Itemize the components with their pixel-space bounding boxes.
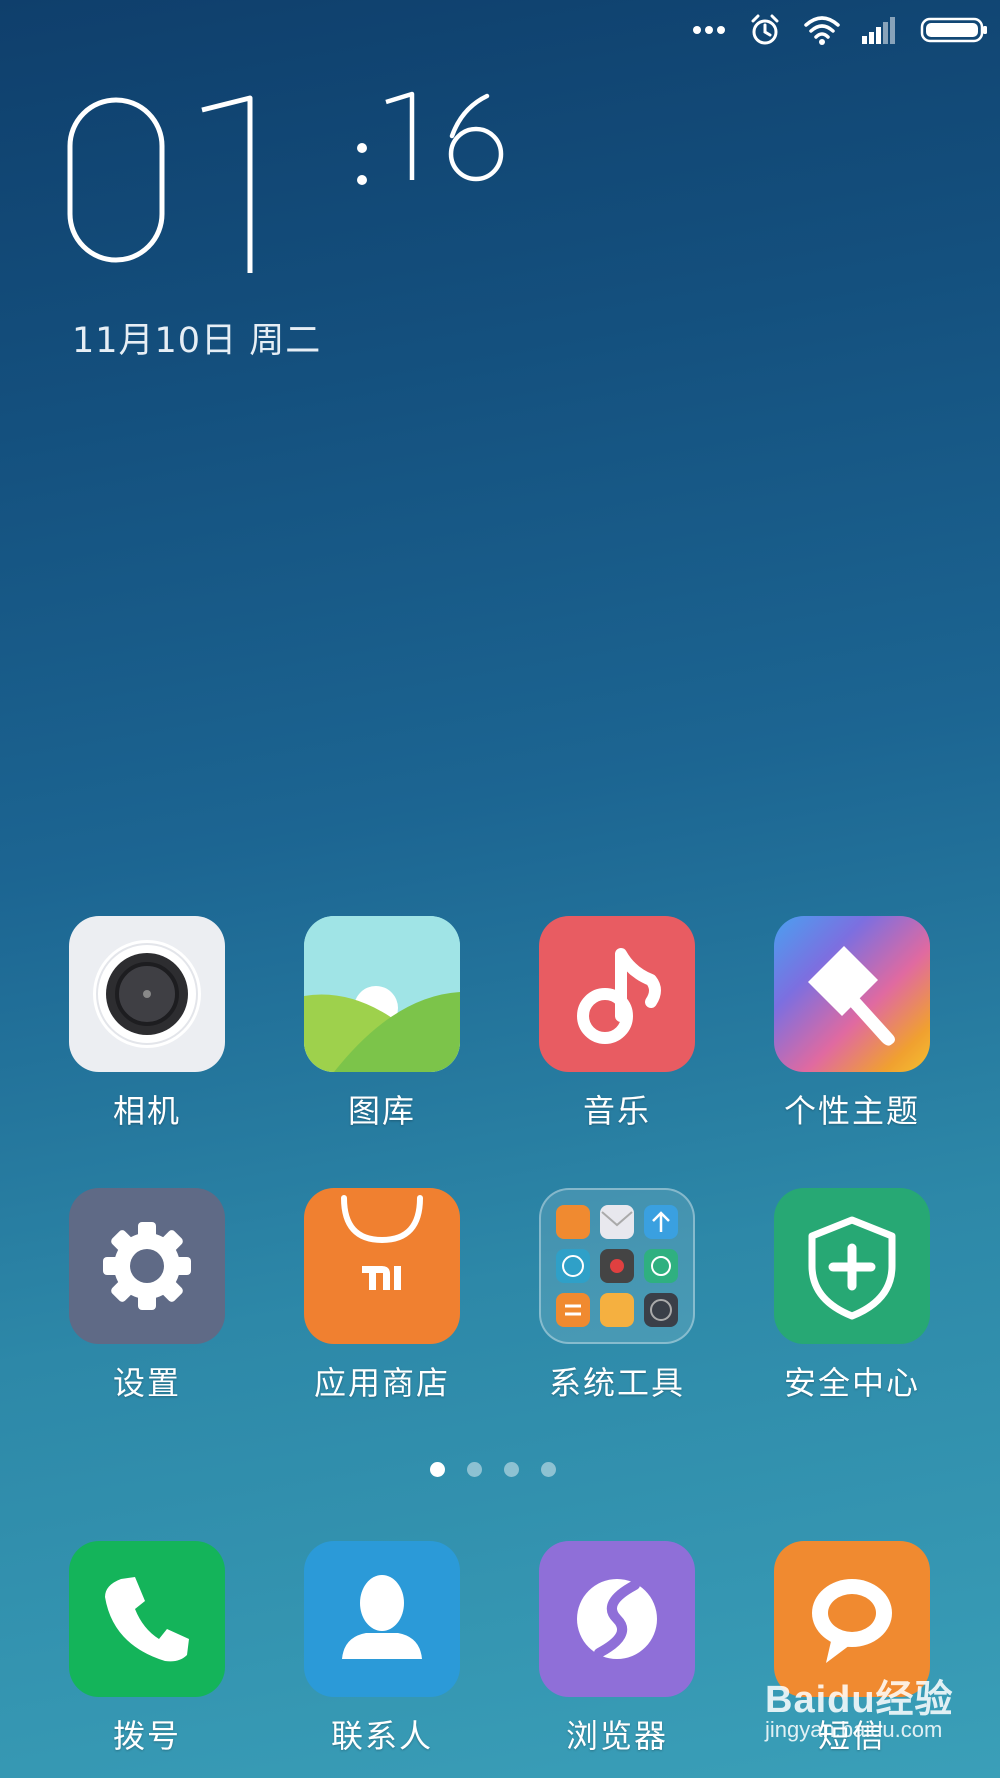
gallery-app[interactable]: 图库 <box>282 916 482 1132</box>
clock-minute <box>385 91 504 182</box>
themes-app[interactable]: 个性主题 <box>752 916 952 1132</box>
app-label: 设置 <box>112 1364 181 1402</box>
app-label: 浏览器 <box>565 1717 668 1755</box>
app-label: 安全中心 <box>783 1364 920 1402</box>
security-center-app[interactable]: 安全中心 <box>752 1188 952 1404</box>
watermark-url: jingyan.baidu.com <box>765 1717 943 1742</box>
page-indicator[interactable] <box>430 1462 556 1477</box>
app-label: 相机 <box>112 1092 181 1130</box>
phone-icon <box>69 1541 225 1697</box>
app-label: 图库 <box>347 1092 416 1130</box>
folder-icon <box>539 1188 695 1344</box>
app-label: 联系人 <box>330 1717 433 1755</box>
system-tools-folder[interactable]: 系统工具 <box>517 1188 717 1404</box>
wifi-icon <box>804 15 840 45</box>
shield-plus-icon <box>774 1188 930 1344</box>
app-label: 应用商店 <box>313 1364 450 1402</box>
baidu-watermark: Baidu经验 jingyan.baidu.com <box>765 1668 954 1743</box>
dialer-app[interactable]: 拨号 <box>47 1541 247 1757</box>
gear-icon <box>69 1188 225 1344</box>
app-label: 音乐 <box>582 1092 651 1130</box>
page-dot[interactable] <box>430 1462 445 1477</box>
person-icon <box>304 1541 460 1697</box>
browser-icon <box>539 1541 695 1697</box>
watermark-text: Baidu经验 <box>765 1679 954 1721</box>
music-note-icon <box>539 916 695 1072</box>
settings-app[interactable]: 设置 <box>47 1188 247 1404</box>
gallery-icon <box>304 916 460 1072</box>
app-label: 个性主题 <box>783 1092 920 1130</box>
battery-icon <box>920 16 988 44</box>
music-app[interactable]: 音乐 <box>517 916 717 1132</box>
mi-shopping-bag-icon <box>304 1188 460 1344</box>
page-dot[interactable] <box>541 1462 556 1477</box>
paintbrush-icon <box>774 916 930 1072</box>
alarm-icon <box>748 13 782 47</box>
browser-app[interactable]: 浏览器 <box>517 1541 717 1757</box>
more-icon <box>692 24 726 36</box>
clock-colon <box>357 143 367 185</box>
app-label: 系统工具 <box>548 1364 685 1402</box>
camera-app[interactable]: 相机 <box>47 916 247 1132</box>
clock-hour <box>67 95 253 273</box>
app-label: 拨号 <box>112 1717 181 1755</box>
page-dot[interactable] <box>467 1462 482 1477</box>
status-bar <box>692 10 988 50</box>
app-store-app[interactable]: 应用商店 <box>282 1188 482 1404</box>
date-label: 11月10日 周二 <box>72 321 322 361</box>
signal-icon <box>862 16 898 44</box>
page-dot[interactable] <box>504 1462 519 1477</box>
camera-icon <box>69 916 225 1072</box>
contacts-app[interactable]: 联系人 <box>282 1541 482 1757</box>
